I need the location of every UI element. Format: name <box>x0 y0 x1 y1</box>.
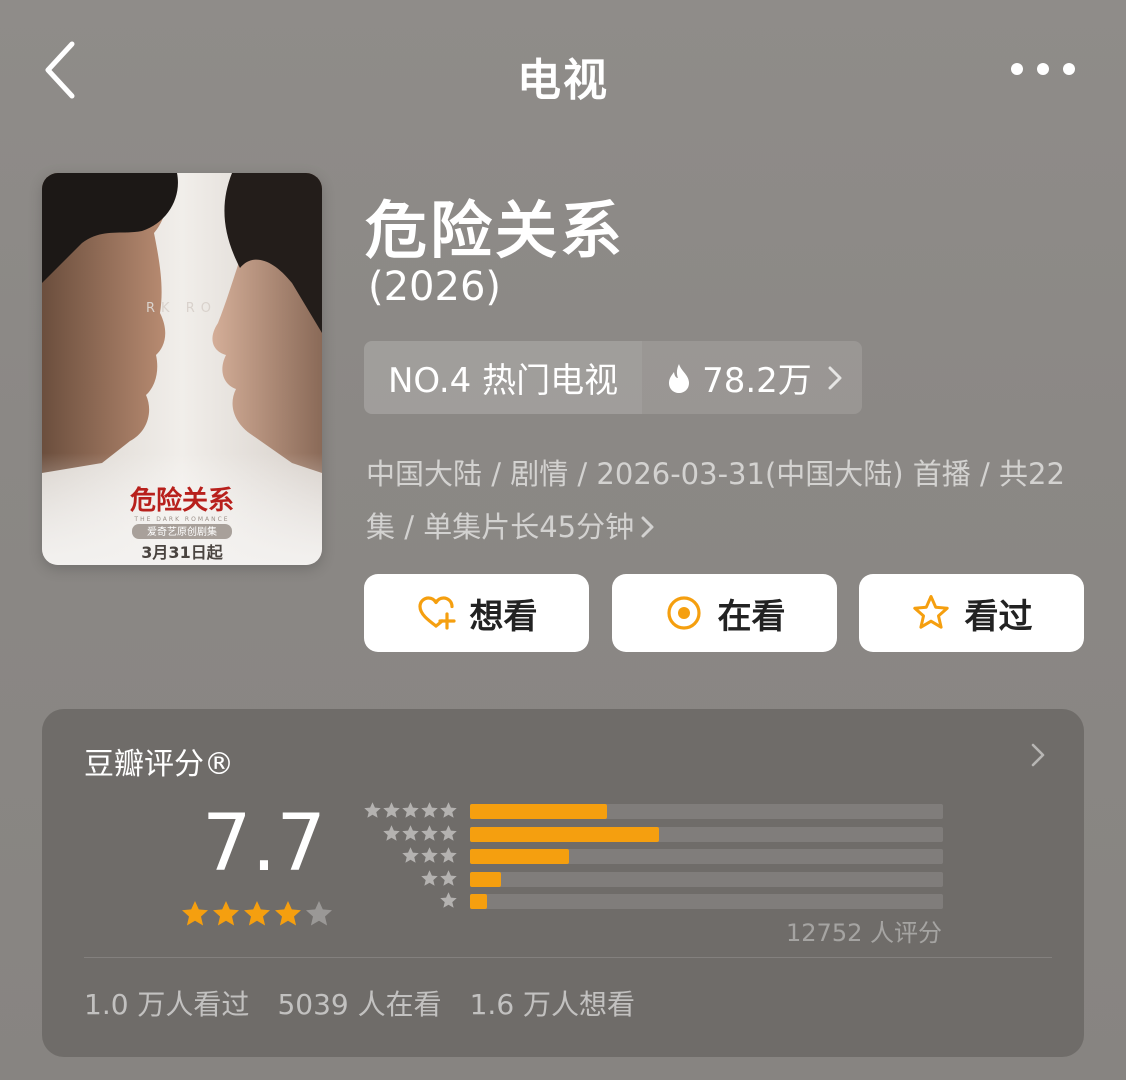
chevron-right-icon[interactable] <box>1030 741 1046 769</box>
rating-bar-track <box>470 871 943 887</box>
rating-bar-track <box>470 804 943 819</box>
heat-button[interactable]: 78.2万 <box>642 341 862 414</box>
show-year: (2026) <box>368 264 502 310</box>
chevron-right-icon <box>641 516 654 538</box>
star-small-icon <box>383 802 400 818</box>
star-small-icon <box>421 824 438 841</box>
flame-icon <box>669 363 690 393</box>
stat-want[interactable]: 1.6 万人想看 <box>470 983 635 1023</box>
star-small-icon <box>402 802 419 818</box>
star-filled-icon <box>213 901 239 926</box>
more-dots-icon <box>1011 63 1075 75</box>
star-filled-icon <box>182 901 208 926</box>
star-small-icon <box>402 847 419 863</box>
rating-bar-track <box>470 826 943 842</box>
star-empty-icon <box>306 901 332 926</box>
watching-button[interactable]: 在看 <box>612 574 837 652</box>
poster-title: 危险关系 <box>130 485 234 516</box>
rating-row-stars <box>358 801 458 821</box>
watching-label: 在看 <box>717 596 786 637</box>
rating-row-stars <box>358 891 458 911</box>
rating-card[interactable]: 豆瓣评分® 7.7 12752 人评分 1.0 万人看过 5039 人在看 1.… <box>42 709 1084 1057</box>
star-small-icon <box>364 802 381 818</box>
poster-platform: 爱奇艺原创剧集 <box>147 525 217 538</box>
stat-watching[interactable]: 5039 人在看 <box>277 983 441 1023</box>
chevron-right-icon <box>828 366 842 389</box>
more-button[interactable] <box>1008 52 1078 86</box>
rating-stars <box>180 899 335 929</box>
heart-plus-icon <box>417 596 456 630</box>
poster-release: 3月31日起 <box>141 543 223 562</box>
heat-value: 78.2万 <box>702 361 812 401</box>
rating-count: 12752 人评分 <box>786 919 942 947</box>
page-title: 电视 <box>517 55 609 106</box>
show-meta-text: 中国大陆 / 剧情 / 2026-03-31(中国大陆) 首播 / 共22集 /… <box>366 457 1065 544</box>
star-filled-icon <box>244 901 270 926</box>
rating-bar-fill <box>470 826 660 842</box>
star-small-icon <box>440 892 457 908</box>
rating-score: 7.7 <box>202 799 327 889</box>
star-small-icon <box>440 802 457 818</box>
rating-bar-fill <box>470 871 501 887</box>
show-title: 危险关系 <box>365 194 626 267</box>
poster-image[interactable]: RK RO 危险关系 THE DARK ROMANCE 爱奇艺原创剧集 3月31… <box>42 173 322 565</box>
rating-bar-fill <box>470 804 608 819</box>
top-bar: 电视 <box>0 0 1126 140</box>
rating-bar-fill <box>470 849 570 864</box>
audience-stats: 1.0 万人看过 5039 人在看 1.6 万人想看 <box>84 983 635 1023</box>
rating-row-stars <box>358 824 458 844</box>
star-small-icon <box>402 824 419 841</box>
rating-bar-track <box>470 849 943 864</box>
rating-bar-track <box>470 894 943 909</box>
star-outline-icon <box>912 595 949 629</box>
star-small-icon <box>421 802 438 818</box>
watched-label: 看过 <box>964 596 1033 637</box>
rank-badge: NO.4 热门电视 78.2万 <box>364 341 862 414</box>
divider <box>84 957 1052 958</box>
rating-row-stars <box>358 846 458 866</box>
star-small-icon <box>383 824 400 841</box>
star-small-icon <box>440 847 457 863</box>
target-circle-icon <box>666 596 701 630</box>
rating-bar-fill <box>470 894 487 909</box>
star-filled-icon <box>275 901 301 926</box>
poster-subtitle: THE DARK ROMANCE <box>133 516 229 523</box>
rank-label[interactable]: NO.4 热门电视 <box>364 341 643 414</box>
star-small-icon <box>440 869 457 886</box>
stat-watched[interactable]: 1.0 万人看过 <box>84 983 249 1023</box>
star-small-icon <box>440 824 457 841</box>
want-to-watch-button[interactable]: 想看 <box>364 574 589 652</box>
watched-button[interactable]: 看过 <box>859 574 1084 652</box>
rating-row-stars <box>358 869 458 889</box>
poster-overlay-text: RK RO <box>146 301 217 316</box>
rating-header: 豆瓣评分® <box>84 747 234 782</box>
want-to-watch-label: 想看 <box>469 596 538 637</box>
star-small-icon <box>421 869 438 886</box>
show-meta[interactable]: 中国大陆 / 剧情 / 2026-03-31(中国大陆) 首播 / 共22集 /… <box>366 448 1066 554</box>
star-small-icon <box>421 847 438 863</box>
